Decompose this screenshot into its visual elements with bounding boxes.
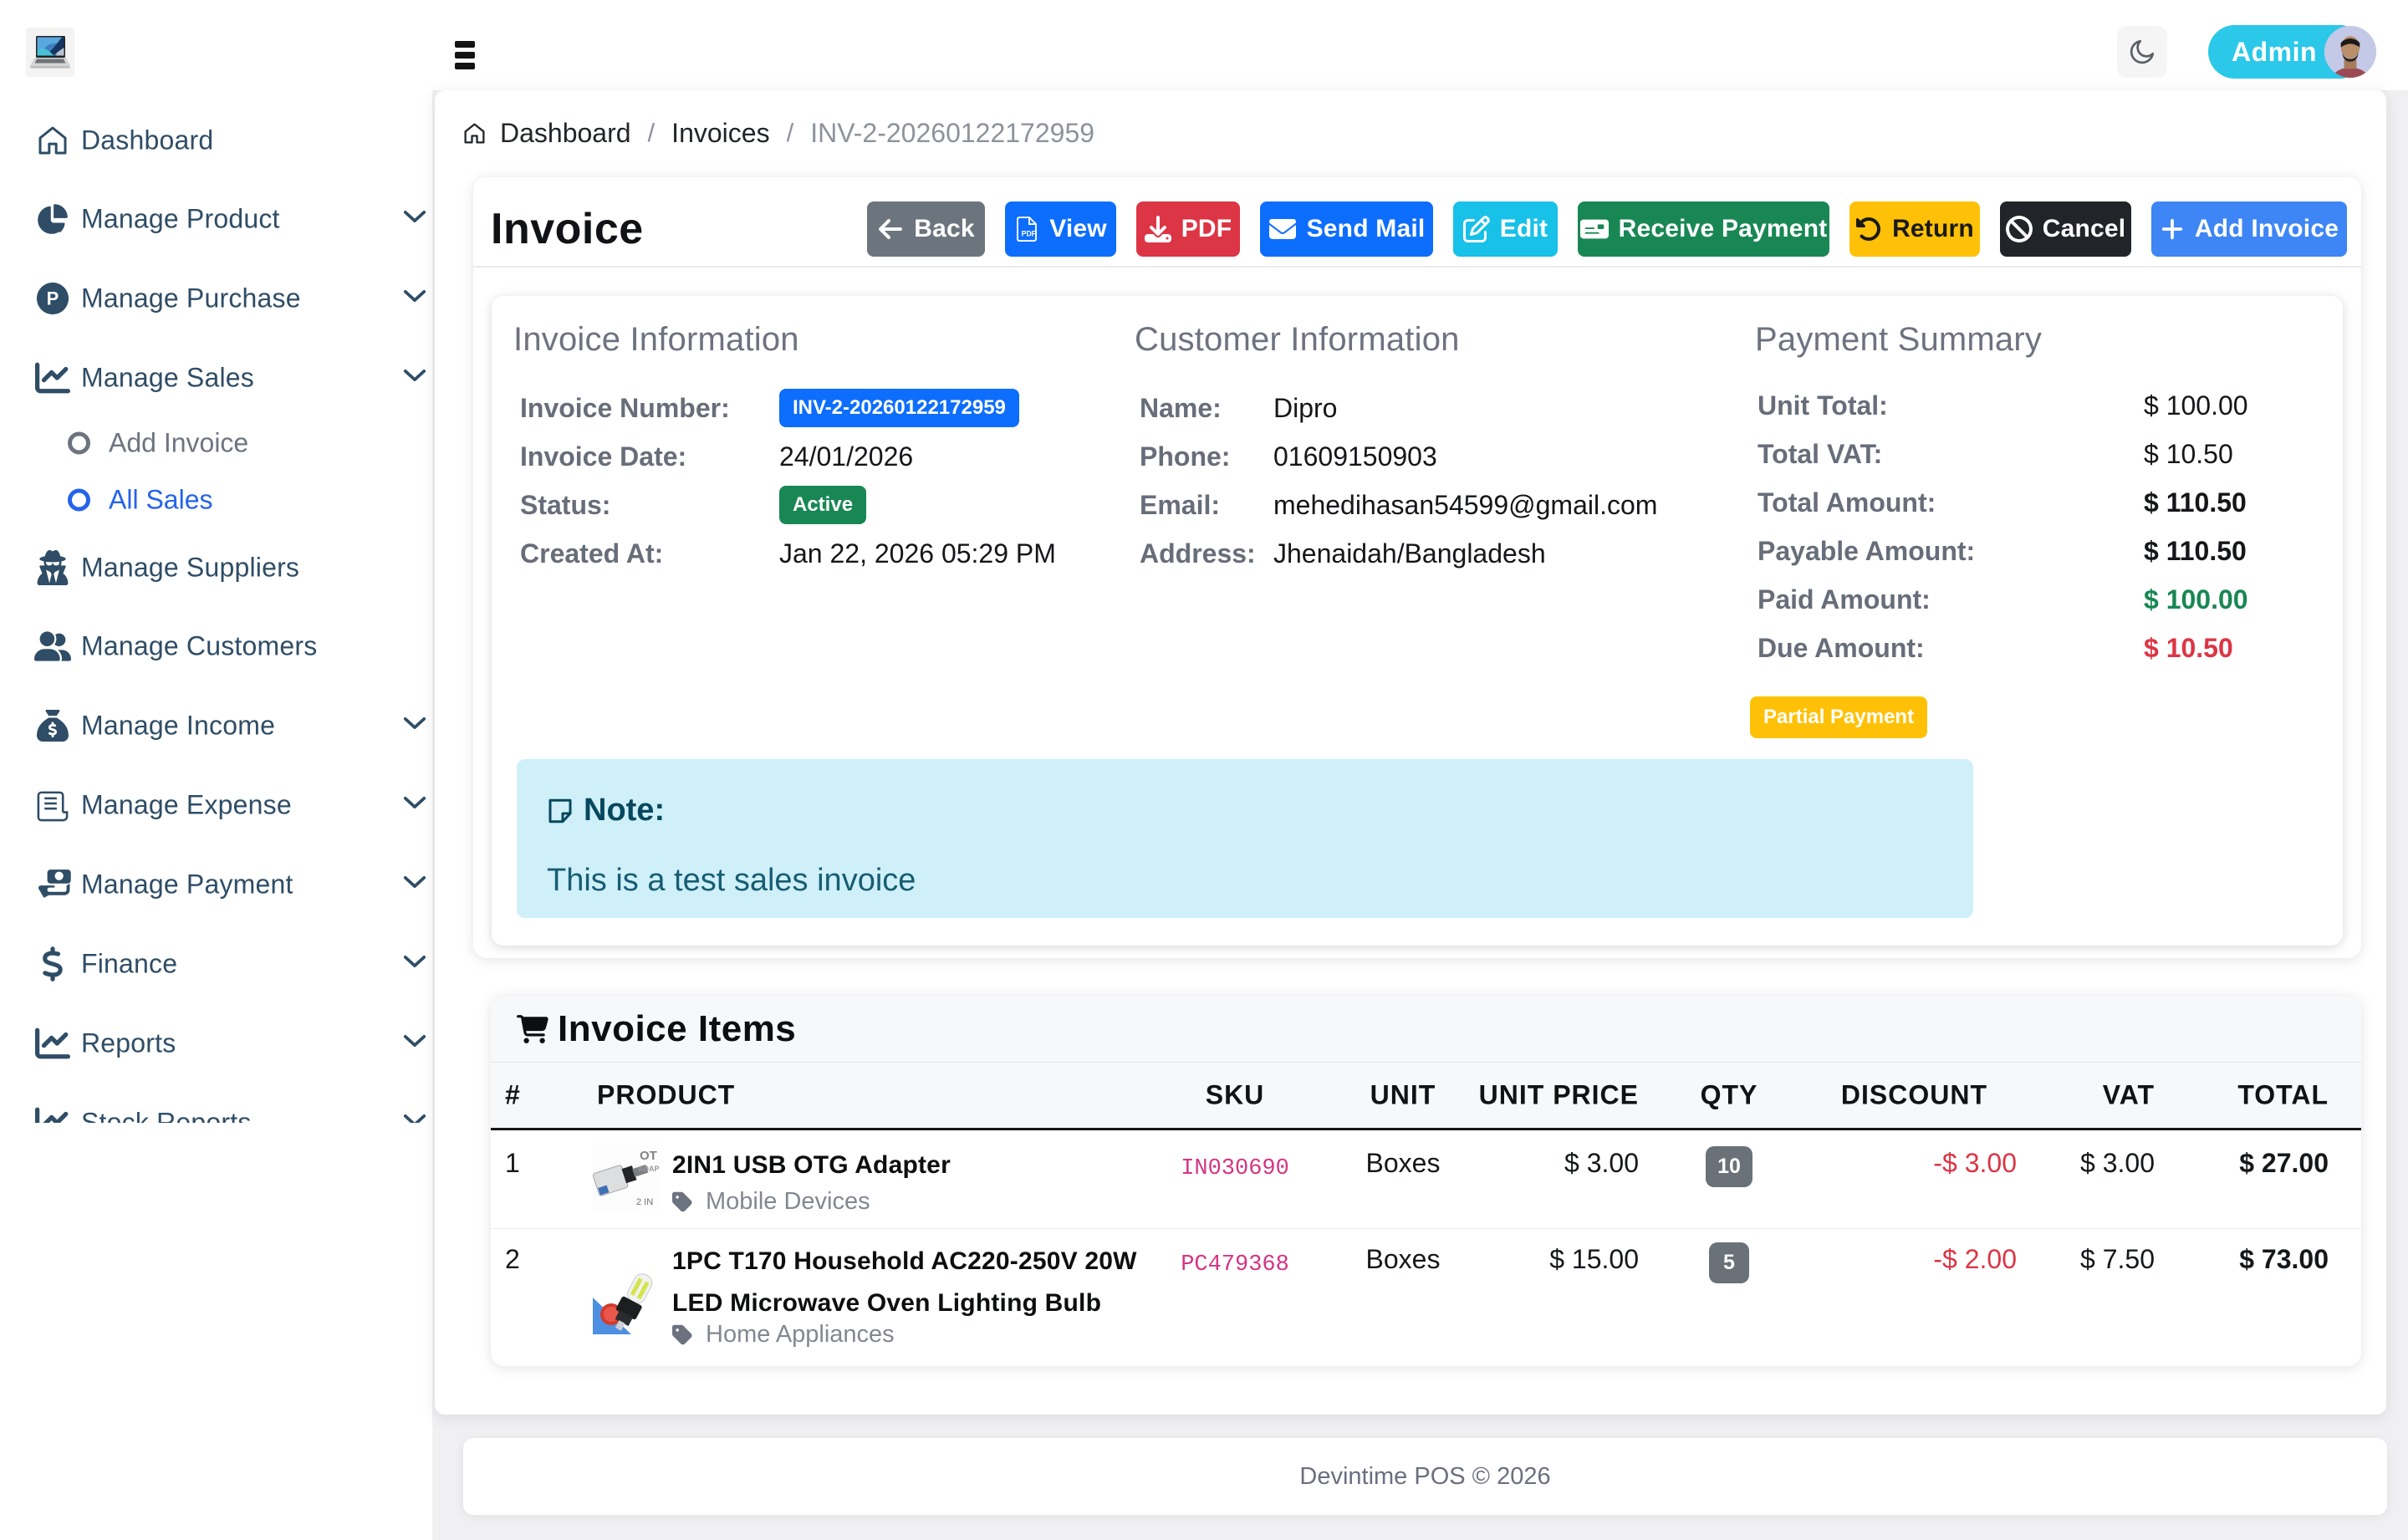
svg-text:2 IN: 2 IN [636, 1197, 653, 1207]
svg-text:PDF: PDF [1022, 229, 1037, 237]
svg-text:ADAP: ADAP [638, 1165, 660, 1173]
svg-text:P: P [47, 288, 59, 309]
svg-text:OT: OT [640, 1149, 657, 1163]
